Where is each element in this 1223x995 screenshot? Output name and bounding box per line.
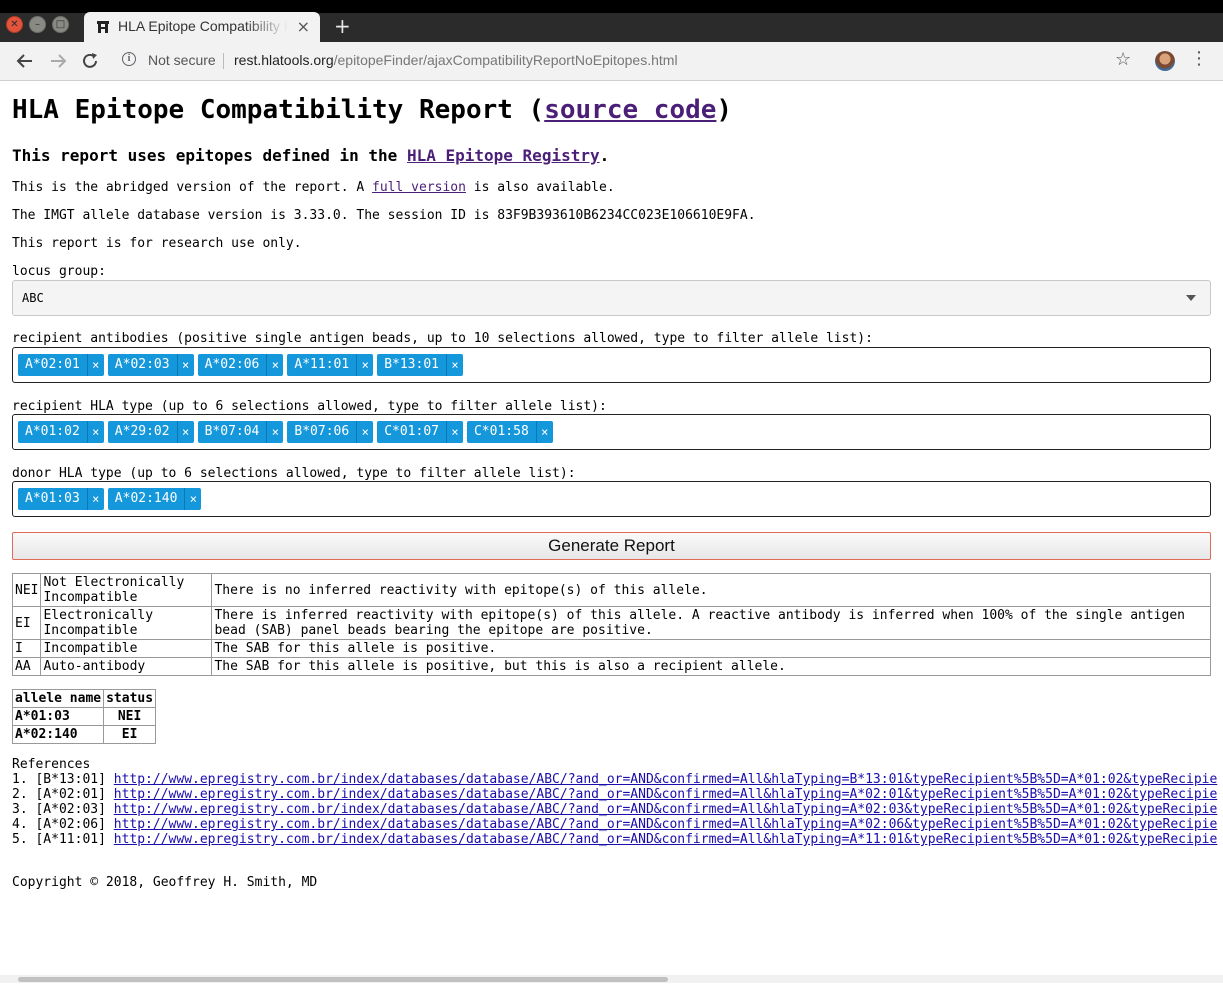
page-subtitle: This report uses epitopes defined in the… (12, 146, 610, 165)
url-separator (223, 53, 224, 69)
recipient-hla-tag: B*07:06 × (287, 421, 374, 443)
site-favicon-icon (97, 21, 109, 33)
locus-group-label: locus group: (12, 264, 106, 279)
window-titlebar: ✕ – □ HLA Epitope Compatibility Report ×… (0, 0, 1223, 42)
remove-tag-icon[interactable]: × (356, 421, 373, 443)
locus-group-select[interactable]: ABC (12, 280, 1211, 316)
reference-link[interactable]: http://www.epregistry.com.br/index/datab… (114, 832, 1218, 847)
remove-tag-icon[interactable]: × (535, 421, 553, 443)
recipient-antibodies-input[interactable]: A*02:01 × A*02:03 × A*02:06 × A*11:01 × B*13… (12, 347, 1211, 383)
remove-tag-icon[interactable]: × (445, 421, 463, 443)
tab-close-icon[interactable]: × (297, 17, 310, 36)
recipient-hla-tag: C*01:07 × (377, 421, 463, 443)
window-minimize-icon[interactable]: – (29, 16, 46, 33)
horizontal-scrollbar[interactable] (0, 975, 1223, 983)
page-title: HLA Epitope Compatibility Report (source… (12, 95, 733, 125)
recipient-hla-tag: B*07:04 × (197, 421, 284, 443)
research-note: This report is for research use only. (12, 236, 302, 251)
security-label[interactable]: Not secure (148, 52, 216, 68)
antibody-tag: A*02:01 × (18, 354, 104, 376)
recipient-hla-input[interactable]: A*01:02 × A*29:02 × B*07:04 × B*07:06 × C*01… (12, 414, 1211, 450)
menu-icon[interactable]: ⋮ (1190, 48, 1208, 69)
references-section: References 1. [B*13:01] http://www.epreg… (12, 757, 1217, 847)
browser-toolbar: i Not secure rest.hlatools.org/epitopeFi… (0, 42, 1223, 81)
donor-hla-label: donor HLA type (up to 6 selections allow… (12, 466, 576, 481)
copyright-text: Copyright © 2018, Geoffrey H. Smith, MD (12, 875, 318, 890)
url-host: rest.hlatools.org (234, 52, 334, 68)
table-row: A*02:140 EI (11, 725, 157, 744)
avatar[interactable] (1155, 51, 1175, 71)
antibody-tag: A*02:03 × (107, 354, 194, 376)
reload-icon[interactable] (79, 50, 101, 72)
table-row: NEI Not Electronically Incompatible Ther… (11, 573, 1211, 607)
remove-tag-icon[interactable]: × (86, 421, 104, 443)
reference-link[interactable]: http://www.epregistry.com.br/index/datab… (114, 817, 1218, 832)
remove-tag-icon[interactable]: × (176, 354, 194, 376)
epitope-registry-link[interactable]: HLA Epitope Registry (407, 146, 600, 165)
recipient-antibodies-label: recipient antibodies (positive single an… (12, 331, 873, 346)
window-maximize-icon[interactable]: □ (52, 16, 69, 33)
browser-tab[interactable]: HLA Epitope Compatibility Report × (84, 12, 320, 42)
remove-tag-icon[interactable]: × (266, 354, 283, 376)
donor-hla-tag: A*01:03 × (18, 488, 104, 510)
remove-tag-icon[interactable]: × (184, 488, 201, 510)
window-controls: ✕ – □ (6, 16, 69, 33)
remove-tag-icon[interactable]: × (86, 488, 104, 510)
recipient-hla-tag: C*01:58 × (466, 421, 553, 443)
table-row: A*01:03 NEI (11, 707, 157, 726)
database-version-text: The IMGT allele database version is 3.33… (12, 208, 756, 223)
references-label: References (12, 757, 91, 772)
donor-hla-input[interactable]: A*01:03 × A*02:140 × (12, 481, 1211, 517)
reference-link[interactable]: http://www.epregistry.com.br/index/datab… (114, 772, 1218, 787)
recipient-hla-label: recipient HLA type (up to 6 selections a… (12, 399, 607, 414)
chevron-down-icon (1186, 295, 1196, 301)
recipient-hla-tag: A*01:02 × (18, 421, 104, 443)
recipient-hla-tag: A*29:02 × (107, 421, 194, 443)
reference-item: 1. [B*13:01] http://www.epregistry.com.b… (12, 772, 1218, 787)
antibody-tag: A*02:06 × (197, 354, 284, 376)
info-icon[interactable]: i (122, 52, 136, 66)
table-row: I Incompatible The SAB for this allele i… (11, 639, 1211, 658)
antibody-tag: A*11:01 × (287, 354, 374, 376)
remove-tag-icon[interactable]: × (266, 421, 283, 443)
donor-hla-tag: A*02:140 × (107, 488, 202, 510)
reference-item: 3. [A*02:03] http://www.epregistry.com.b… (12, 802, 1218, 817)
address-bar[interactable]: rest.hlatools.org/epitopeFinder/ajaxComp… (234, 52, 678, 68)
reference-item: 2. [A*02:01] http://www.epregistry.com.b… (12, 787, 1218, 802)
reference-link[interactable]: http://www.epregistry.com.br/index/datab… (114, 802, 1218, 817)
full-version-link[interactable]: full version (372, 180, 466, 195)
new-tab-icon[interactable]: + (334, 14, 351, 38)
locus-group-value: ABC (22, 291, 44, 305)
table-row: EI Electronically Incompatible There is … (11, 606, 1211, 640)
remove-tag-icon[interactable]: × (86, 354, 104, 376)
table-header-row: allele name status (11, 689, 157, 708)
table-row: AA Auto-antibody The SAB for this allele… (11, 657, 1211, 676)
status-legend-table: NEI Not Electronically Incompatible Ther… (11, 573, 1211, 676)
remove-tag-icon[interactable]: × (356, 354, 373, 376)
abridged-note: This is the abridged version of the repo… (12, 180, 615, 195)
remove-tag-icon[interactable]: × (445, 354, 463, 376)
reference-item: 4. [A*02:06] http://www.epregistry.com.b… (12, 817, 1218, 832)
back-icon[interactable] (14, 50, 36, 72)
antibody-tag: B*13:01 × (377, 354, 463, 376)
generate-report-button[interactable]: Generate Report (12, 532, 1211, 560)
forward-icon[interactable] (47, 50, 69, 72)
scrollbar-thumb[interactable] (18, 977, 668, 982)
url-path: /epitopeFinder/ajaxCompatibilityReportNo… (333, 52, 678, 68)
window-close-icon[interactable]: ✕ (6, 16, 23, 33)
allele-status-table: allele name status A*01:03 NEI A*02:140 … (11, 689, 157, 744)
remove-tag-icon[interactable]: × (176, 421, 194, 443)
reference-item: 5. [A*11:01] http://www.epregistry.com.b… (12, 832, 1218, 847)
star-icon[interactable]: ☆ (1115, 49, 1131, 70)
source-code-link[interactable]: source code (544, 95, 716, 125)
reference-link[interactable]: http://www.epregistry.com.br/index/datab… (114, 787, 1218, 802)
